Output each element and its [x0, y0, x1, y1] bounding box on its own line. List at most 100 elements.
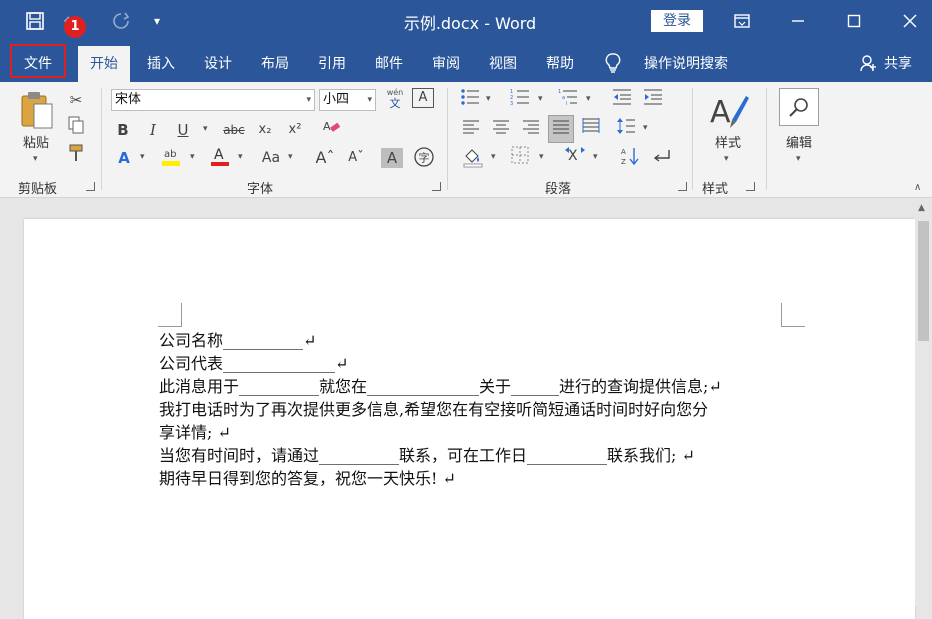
doc-line[interactable]: 公司名称__________↵ — [159, 327, 316, 351]
superscript-icon[interactable]: x² — [284, 118, 306, 142]
tell-me-search[interactable]: 操作说明搜索 — [636, 46, 736, 82]
clipboard-group-label: 剪贴板 — [18, 182, 58, 197]
character-border-icon[interactable]: A — [412, 88, 434, 108]
collapse-ribbon-icon[interactable]: ∧ — [914, 182, 921, 193]
character-shading-icon[interactable]: A — [381, 148, 403, 168]
line-spacing-dropdown-icon[interactable]: ▾ — [643, 123, 648, 133]
tab-view[interactable]: 视图 — [478, 46, 528, 82]
shading-icon[interactable] — [460, 146, 486, 170]
close-icon[interactable] — [890, 6, 930, 36]
font-color-dropdown-icon[interactable]: ▾ — [238, 152, 243, 162]
tab-layout[interactable]: 布局 — [250, 46, 300, 82]
login-button[interactable]: 登录 — [651, 10, 703, 32]
asian-layout-icon[interactable]: X — [562, 146, 588, 170]
text-effects-dropdown-icon[interactable]: ▾ — [140, 152, 145, 162]
redo-icon[interactable] — [108, 8, 134, 34]
customize-icon[interactable]: ▾ — [144, 8, 170, 34]
clear-formatting-icon[interactable]: A — [320, 118, 344, 142]
font-launcher-icon[interactable] — [432, 182, 441, 191]
bold-icon[interactable]: B — [113, 118, 133, 142]
enclose-characters-icon[interactable]: 字 — [412, 146, 436, 170]
bullets-icon[interactable] — [458, 88, 482, 112]
phonetic-guide-button[interactable]: wén 文 — [384, 87, 406, 109]
grow-font-icon[interactable]: Aˆ — [312, 146, 338, 170]
borders-icon[interactable] — [508, 146, 532, 170]
styles-launcher-icon[interactable] — [746, 182, 755, 191]
align-left-icon[interactable] — [460, 117, 482, 141]
change-case-icon[interactable]: Aa — [258, 146, 284, 170]
borders-dropdown-icon[interactable]: ▾ — [539, 152, 544, 162]
change-case-dropdown-icon[interactable]: ▾ — [288, 152, 293, 162]
underline-icon[interactable]: U — [173, 118, 193, 142]
multilevel-dropdown-icon[interactable]: ▾ — [586, 94, 591, 104]
editing-search-icon[interactable] — [779, 88, 819, 126]
font-name-combo[interactable]: 宋体 ▾ — [111, 89, 315, 111]
scroll-thumb[interactable] — [918, 221, 929, 341]
scroll-up-icon[interactable]: ▲ — [918, 203, 925, 213]
share-user-icon[interactable] — [860, 54, 878, 76]
multilevel-list-icon[interactable]: 1ai — [556, 88, 580, 112]
share-button[interactable]: 共享 — [880, 46, 916, 82]
font-color-icon[interactable]: A — [207, 144, 233, 168]
minimize-icon[interactable] — [778, 6, 818, 36]
doc-line[interactable]: 期待早日得到您的答复，祝您一天快乐! ↵ — [159, 465, 456, 489]
format-painter-icon[interactable] — [64, 144, 88, 168]
tab-home[interactable]: 开始 — [78, 46, 130, 82]
paste-dropdown-icon[interactable]: ▾ — [33, 154, 38, 164]
paragraph-launcher-icon[interactable] — [678, 182, 687, 191]
paste-icon[interactable] — [20, 90, 54, 134]
tab-references[interactable]: 引用 — [307, 46, 357, 82]
numbering-icon[interactable]: 123 — [508, 88, 532, 112]
distributed-icon[interactable] — [580, 117, 602, 141]
underline-dropdown-icon[interactable]: ▾ — [203, 124, 208, 134]
save-icon[interactable] — [22, 8, 48, 34]
tab-mailings[interactable]: 邮件 — [364, 46, 414, 82]
doc-line[interactable]: 此消息用于__________就您在______________关于______… — [159, 373, 722, 397]
highlight-dropdown-icon[interactable]: ▾ — [190, 152, 195, 162]
numbering-dropdown-icon[interactable]: ▾ — [538, 94, 543, 104]
font-size-combo[interactable]: 小四 ▾ — [319, 89, 376, 111]
editing-dropdown-icon[interactable]: ▾ — [796, 154, 801, 164]
show-formatting-marks-icon[interactable] — [650, 146, 674, 170]
line-spacing-icon[interactable] — [614, 117, 638, 141]
sort-icon[interactable]: AZ — [618, 146, 642, 170]
doc-line[interactable]: 我打电话时为了再次提供更多信息,希望您在有空接听简短通话时间时好向您分 — [159, 396, 708, 420]
styles-dropdown-icon[interactable]: ▾ — [724, 154, 729, 164]
tab-design[interactable]: 设计 — [193, 46, 243, 82]
styles-icon[interactable]: A — [706, 90, 750, 136]
svg-text:3: 3 — [510, 101, 513, 106]
shrink-font-icon[interactable]: Aˇ — [344, 146, 368, 170]
styles-button[interactable]: 样式 — [706, 132, 750, 151]
tab-insert[interactable]: 插入 — [136, 46, 186, 82]
justify-icon[interactable] — [548, 115, 574, 143]
bullets-dropdown-icon[interactable]: ▾ — [486, 94, 491, 104]
align-right-icon[interactable] — [520, 117, 542, 141]
doc-line[interactable]: 享详情; ↵ — [159, 419, 231, 443]
svg-text:A: A — [621, 148, 626, 156]
decrease-indent-icon[interactable] — [610, 88, 634, 112]
doc-line[interactable]: 公司代表______________↵ — [159, 350, 348, 374]
paste-button[interactable]: 粘贴 — [16, 132, 56, 151]
clipboard-launcher-icon[interactable] — [86, 182, 95, 191]
text-effects-icon[interactable]: A — [112, 146, 136, 170]
shading-dropdown-icon[interactable]: ▾ — [491, 152, 496, 162]
copy-icon[interactable] — [64, 116, 88, 140]
margin-corner-top-right — [781, 303, 805, 327]
highlight-icon[interactable]: ab — [158, 144, 184, 168]
cut-icon[interactable]: ✂ — [64, 88, 88, 112]
subscript-icon[interactable]: x₂ — [254, 118, 276, 142]
strikethrough-icon[interactable]: abc — [219, 118, 249, 142]
align-center-icon[interactable] — [490, 117, 512, 141]
tab-review[interactable]: 审阅 — [421, 46, 471, 82]
editing-button[interactable]: 编辑 — [777, 132, 821, 151]
maximize-icon[interactable] — [834, 6, 874, 36]
document-page[interactable]: 公司名称__________↵ 公司代表______________↵ 此消息用… — [24, 219, 915, 619]
italic-icon[interactable]: I — [143, 118, 163, 142]
increase-indent-icon[interactable] — [641, 88, 665, 112]
vertical-scrollbar[interactable]: ▲ — [915, 199, 932, 606]
tab-help[interactable]: 帮助 — [535, 46, 585, 82]
asian-layout-dropdown-icon[interactable]: ▾ — [593, 152, 598, 162]
doc-line[interactable]: 当您有时间时，请通过__________联系，可在工作日__________联系… — [159, 442, 695, 466]
ribbon-display-icon[interactable] — [722, 6, 762, 36]
lightbulb-icon — [604, 52, 622, 78]
